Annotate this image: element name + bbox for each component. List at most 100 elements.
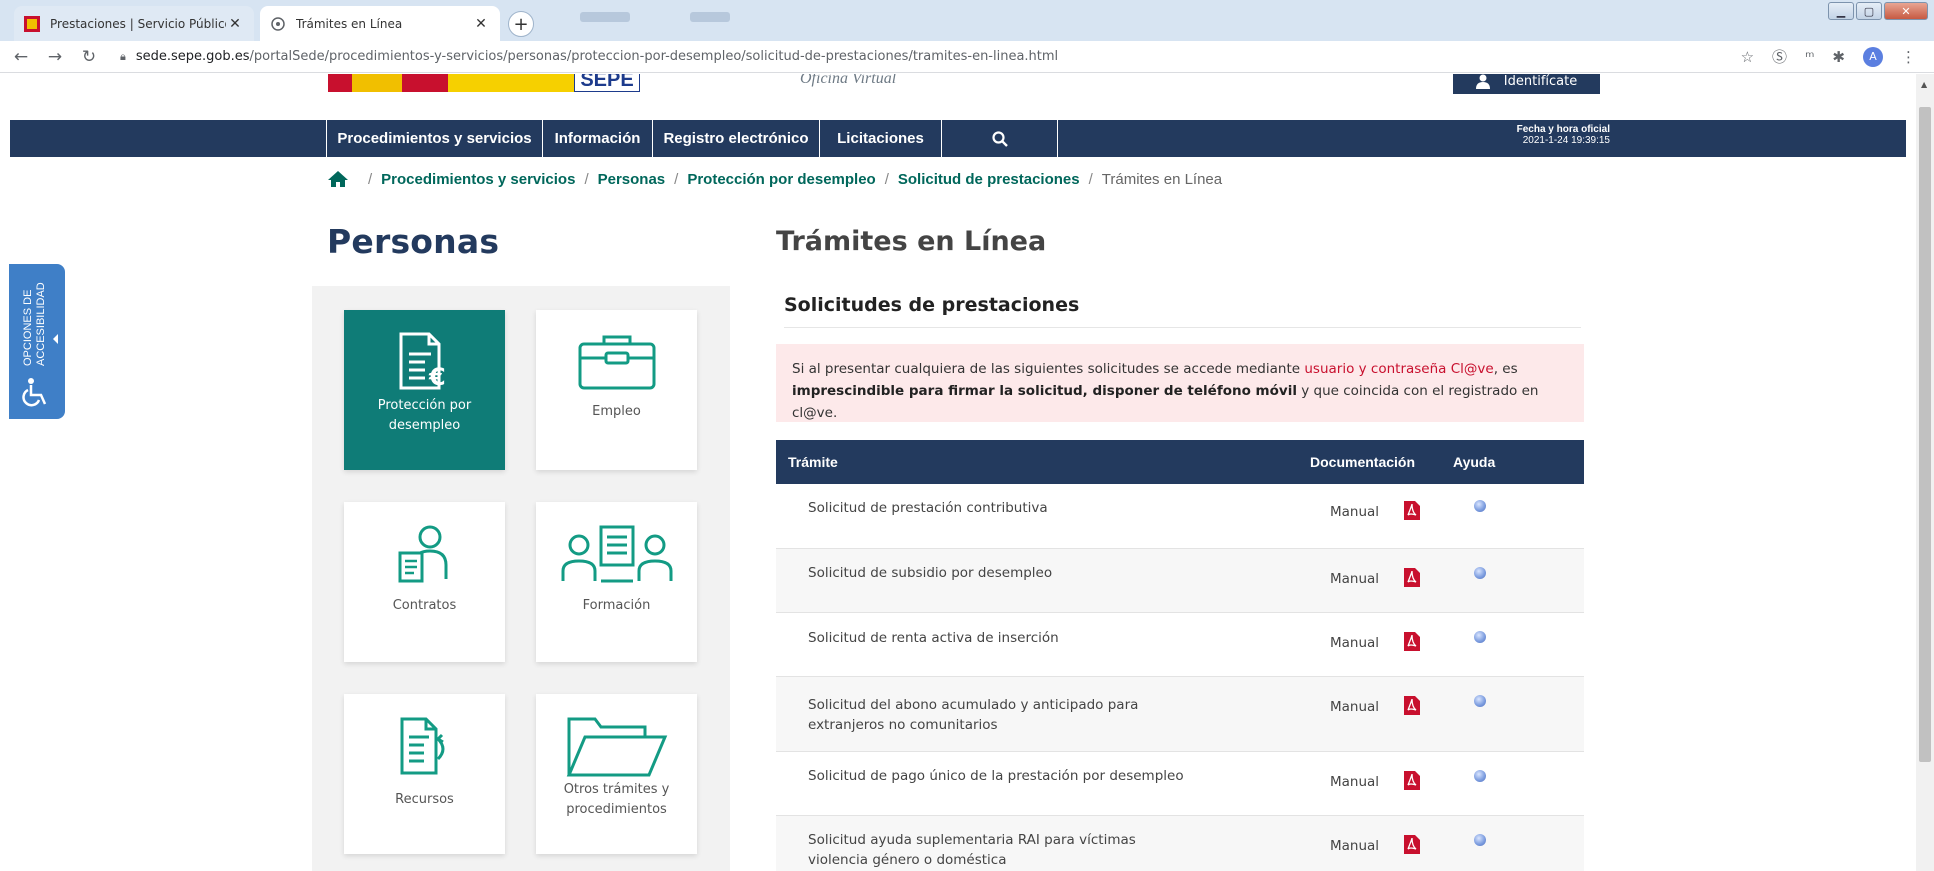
folder-icon bbox=[566, 717, 667, 777]
help-icon[interactable] bbox=[1474, 631, 1486, 643]
breadcrumb: / Procedimientos y servicios / Personas … bbox=[327, 170, 1222, 188]
window-controls: ▁ ▢ ✕ bbox=[1828, 2, 1928, 20]
help-icon[interactable] bbox=[1474, 695, 1486, 707]
url-host: sede.sepe.gob.es bbox=[135, 49, 250, 64]
page-scrollbar[interactable]: ▲ bbox=[1916, 74, 1934, 871]
nav-registro[interactable]: Registro electrónico bbox=[652, 120, 819, 157]
pdf-icon[interactable] bbox=[1404, 696, 1420, 715]
new-tab-button[interactable]: + bbox=[508, 11, 534, 37]
accessibility-label-2: ACCESIBILIDAD bbox=[35, 282, 47, 366]
maximize-icon[interactable]: ▢ bbox=[1856, 2, 1882, 20]
scrollbar-thumb[interactable] bbox=[1919, 107, 1931, 762]
pdf-icon[interactable] bbox=[1404, 501, 1420, 520]
main-navigation: Procedimientos y servicios Información R… bbox=[10, 120, 1906, 157]
more-menu-icon[interactable]: ⋮ bbox=[1901, 48, 1916, 66]
blurred-area bbox=[580, 12, 630, 22]
tab-close-icon[interactable]: ✕ bbox=[226, 16, 244, 32]
puzzle-icon[interactable]: ✱ bbox=[1832, 48, 1845, 66]
pdf-icon[interactable] bbox=[1404, 632, 1420, 651]
tramite-name[interactable]: Solicitud de pago único de la prestación… bbox=[808, 766, 1288, 786]
tile-label: Empleo bbox=[592, 404, 641, 419]
back-icon[interactable]: ← bbox=[8, 47, 34, 67]
close-window-icon[interactable]: ✕ bbox=[1884, 2, 1928, 20]
user-icon bbox=[1475, 74, 1490, 89]
tramite-name[interactable]: Solicitud de renta activa de inserción bbox=[808, 628, 1288, 648]
tile-formacion[interactable]: Formación bbox=[536, 502, 697, 662]
tile-proteccion-desempleo[interactable]: € Protección por desempleo bbox=[344, 310, 505, 470]
help-icon[interactable] bbox=[1474, 567, 1486, 579]
extension-s-icon[interactable]: Ⓢ bbox=[1772, 46, 1787, 67]
identificate-button[interactable]: Identifícate bbox=[1453, 74, 1600, 94]
sepe-logo[interactable]: SEPE bbox=[574, 74, 640, 92]
table-header: Trámite Documentación Ayuda bbox=[776, 440, 1584, 484]
pdf-icon[interactable] bbox=[1404, 771, 1420, 790]
identificate-label: Identifícate bbox=[1503, 74, 1578, 89]
breadcrumb-solicitud[interactable]: Solicitud de prestaciones bbox=[898, 171, 1080, 188]
tab-close-icon[interactable]: ✕ bbox=[472, 16, 490, 32]
accessibility-label-1: OPCIONES DE bbox=[22, 290, 34, 366]
page-viewport: SEPE Oficina Virtual Identifícate Proced… bbox=[0, 74, 1916, 871]
manual-link[interactable]: Manual bbox=[1330, 774, 1379, 790]
browser-tab-tramites[interactable]: Trámites en Línea ✕ bbox=[260, 6, 500, 41]
pdf-icon[interactable] bbox=[1404, 568, 1420, 587]
notice-text-2: , es bbox=[1493, 361, 1518, 377]
oficina-virtual-label: Oficina Virtual bbox=[800, 74, 897, 87]
tramite-name[interactable]: Solicitud de prestación contributiva bbox=[808, 498, 1288, 518]
clave-notice: Si al presentar cualquiera de las siguie… bbox=[776, 344, 1584, 422]
chevron-left-icon bbox=[53, 334, 58, 344]
section-title-personas: Personas bbox=[327, 222, 500, 261]
nav-procedimientos[interactable]: Procedimientos y servicios bbox=[326, 120, 542, 157]
manual-link[interactable]: Manual bbox=[1330, 699, 1379, 715]
tile-otros-tramites[interactable]: Otros trámites y procedimientos bbox=[536, 694, 697, 854]
scroll-up-icon[interactable]: ▲ bbox=[1921, 80, 1927, 89]
manual-link[interactable]: Manual bbox=[1330, 504, 1379, 520]
tile-empleo[interactable]: Empleo bbox=[536, 310, 697, 470]
help-icon[interactable] bbox=[1474, 834, 1486, 846]
minimize-icon[interactable]: ▁ bbox=[1828, 2, 1854, 20]
row-pago-unico: Solicitud de pago único de la prestación… bbox=[776, 752, 1584, 816]
clave-link[interactable]: usuario y contraseña Cl@ve bbox=[1304, 361, 1493, 377]
tile-label: Recursos bbox=[395, 792, 454, 807]
nav-informacion[interactable]: Información bbox=[542, 120, 652, 157]
manual-link[interactable]: Manual bbox=[1330, 838, 1379, 854]
breadcrumb-proteccion[interactable]: Protección por desempleo bbox=[687, 171, 875, 188]
star-icon[interactable]: ☆ bbox=[1741, 48, 1754, 66]
manual-link[interactable]: Manual bbox=[1330, 571, 1379, 587]
tile-recursos[interactable]: Recursos bbox=[344, 694, 505, 854]
breadcrumb-personas[interactable]: Personas bbox=[598, 171, 666, 188]
home-icon[interactable] bbox=[327, 170, 349, 188]
manual-link[interactable]: Manual bbox=[1330, 635, 1379, 651]
browser-tab-prestaciones[interactable]: Prestaciones | Servicio Público de ✕ bbox=[14, 6, 254, 41]
row-renta-activa: Solicitud de renta activa de inserción Ma… bbox=[776, 613, 1584, 677]
page-title: Trámites en Línea bbox=[776, 226, 1047, 257]
contract-person-icon bbox=[398, 525, 447, 583]
url-field[interactable]: 🔒︎ sede.sepe.gob.es/portalSede/procedimi… bbox=[120, 49, 1741, 64]
help-icon[interactable] bbox=[1474, 770, 1486, 782]
gobierno-logo bbox=[328, 74, 448, 92]
nav-search-button[interactable] bbox=[941, 120, 1057, 157]
tramite-name[interactable]: Solicitud del abono acumulado y anticipa… bbox=[808, 695, 1168, 735]
reload-icon[interactable]: ↻ bbox=[76, 47, 102, 67]
search-icon bbox=[991, 130, 1008, 147]
sepe-favicon-icon bbox=[24, 15, 40, 32]
table-body: Solicitud de prestación contributiva Manu… bbox=[776, 484, 1584, 871]
nav-divider bbox=[1057, 120, 1058, 157]
pdf-icon[interactable] bbox=[1404, 835, 1420, 854]
breadcrumb-procedimientos[interactable]: Procedimientos y servicios bbox=[381, 171, 575, 188]
help-icon[interactable] bbox=[1474, 500, 1486, 512]
header-tramite: Trámite bbox=[788, 454, 838, 470]
forward-icon[interactable]: → bbox=[42, 47, 68, 67]
tile-label: Contratos bbox=[392, 598, 457, 613]
document-euro-icon: € bbox=[399, 332, 445, 391]
header-ayuda: Ayuda bbox=[1453, 454, 1496, 470]
avatar[interactable]: A bbox=[1863, 46, 1883, 67]
nav-licitaciones[interactable]: Licitaciones bbox=[819, 120, 941, 157]
tramite-name[interactable]: Solicitud ayuda suplementaria RAI para v… bbox=[808, 830, 1168, 870]
tile-contratos[interactable]: Contratos bbox=[344, 502, 505, 662]
accessibility-options-tab[interactable]: OPCIONES DE ACCESIBILIDAD bbox=[9, 264, 65, 419]
tramite-name[interactable]: Solicitud de subsidio por desempleo bbox=[808, 563, 1288, 583]
wheelchair-icon bbox=[22, 378, 47, 407]
browser-tab-bar: Prestaciones | Servicio Público de ✕ Trá… bbox=[0, 0, 1934, 41]
document-arrow-icon bbox=[400, 717, 444, 775]
extension-m-icon[interactable]: ᵐ bbox=[1805, 48, 1814, 66]
